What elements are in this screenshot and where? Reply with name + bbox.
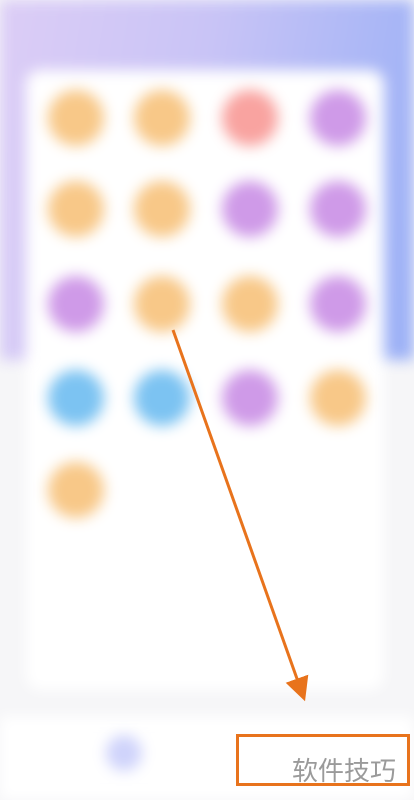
watermark-text: 软件技巧 xyxy=(292,757,397,787)
annotation-arrow xyxy=(171,329,309,702)
annotation-overlay xyxy=(171,329,309,702)
